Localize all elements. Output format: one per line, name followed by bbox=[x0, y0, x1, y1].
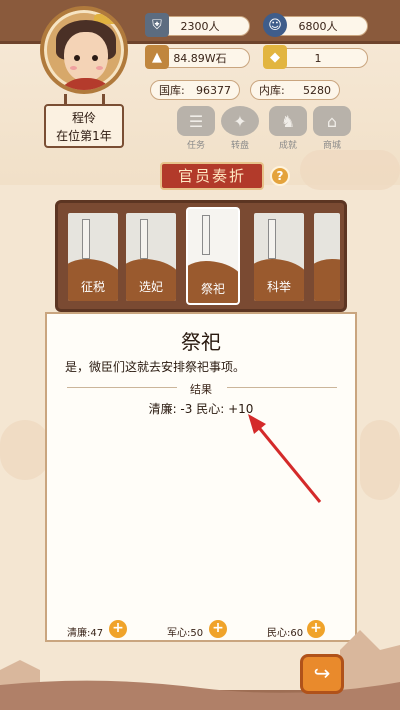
task-label: 任务 bbox=[186, 141, 205, 151]
task-button[interactable]: ☰ 任务 bbox=[172, 106, 220, 156]
content-message: 是，微臣们这就去安排祭祀事项。 bbox=[65, 360, 246, 374]
cloud-decoration bbox=[300, 150, 400, 190]
inner-treasury-stat: 内库: 5280 bbox=[250, 80, 340, 100]
annotation-arrow-icon bbox=[248, 414, 322, 503]
category-consort[interactable]: 选妃 bbox=[126, 213, 176, 301]
task-icon: ☰ bbox=[177, 106, 215, 136]
treasury-label: 国库: bbox=[159, 84, 185, 97]
help-button[interactable]: ? bbox=[270, 166, 290, 186]
category-consort-label: 选妃 bbox=[138, 280, 163, 294]
avatar[interactable] bbox=[40, 6, 128, 94]
category-sacrifice-label: 祭祀 bbox=[200, 282, 225, 296]
achievement-button[interactable]: ♞ 成就 bbox=[264, 106, 312, 156]
inner-treasury-value: 5280 bbox=[303, 83, 331, 97]
avatar-cheek bbox=[70, 66, 77, 70]
avatar-face bbox=[64, 32, 108, 82]
official-icon: ☺ bbox=[263, 13, 287, 37]
player-name-plaque: 程伶 在位第1年 bbox=[44, 94, 124, 148]
item-count-value: 1 bbox=[314, 51, 322, 65]
cloud-decoration bbox=[360, 420, 400, 500]
wheel-button[interactable]: ✦ 转盘 bbox=[216, 106, 264, 156]
treasury-value: 96377 bbox=[196, 83, 231, 97]
shop-label: 商城 bbox=[322, 141, 341, 151]
gold-ingot-icon: ◆ bbox=[263, 45, 287, 69]
wheel-label: 转盘 bbox=[230, 141, 249, 151]
divider bbox=[227, 387, 337, 388]
scroll-icon bbox=[140, 219, 148, 259]
grain-stat: ▲ 84.89W石 bbox=[145, 45, 250, 69]
plaque-hook bbox=[64, 94, 67, 106]
category-tax[interactable]: 征税 bbox=[68, 213, 118, 301]
content-title: 祭祀 bbox=[181, 330, 221, 354]
category-partial[interactable] bbox=[314, 213, 340, 301]
wheel-icon: ✦ bbox=[221, 106, 259, 136]
achievement-icon: ♞ bbox=[269, 106, 307, 136]
category-exam-label: 科举 bbox=[266, 280, 291, 294]
avatar-eye bbox=[74, 55, 80, 61]
wave-decoration bbox=[314, 259, 340, 301]
item-count-stat: ◆ 1 bbox=[263, 45, 368, 69]
population-stat-1: ⛨ 2300人 bbox=[145, 13, 250, 37]
scroll-icon bbox=[82, 219, 90, 259]
plaque-hook bbox=[102, 94, 105, 106]
soldier-icon: ⛨ bbox=[145, 13, 169, 37]
category-exam[interactable]: 科举 bbox=[254, 213, 304, 301]
treasury-stat: 国库: 96377 bbox=[150, 80, 240, 100]
avatar-cheek bbox=[96, 66, 103, 70]
cloud-decoration bbox=[0, 420, 50, 480]
reign-year: 在位第1年 bbox=[56, 129, 112, 143]
shop-button[interactable]: ⌂ 商城 bbox=[308, 106, 356, 156]
population-value-1: 2300人 bbox=[180, 20, 220, 33]
grain-icon: ▲ bbox=[145, 45, 169, 69]
scroll-icon bbox=[268, 219, 276, 259]
population-stat-2: ☺ 6800人 bbox=[263, 13, 368, 37]
grain-value: 84.89W石 bbox=[173, 52, 227, 65]
category-tax-label: 征税 bbox=[80, 280, 105, 294]
player-name: 程伶 bbox=[71, 111, 96, 125]
shop-icon: ⌂ bbox=[313, 106, 351, 136]
scroll-icon bbox=[202, 215, 210, 255]
population-value-2: 6800人 bbox=[298, 20, 338, 33]
return-arrow-icon: ↪ bbox=[313, 661, 331, 685]
section-title: 官员奏折 bbox=[160, 162, 264, 190]
avatar-eye bbox=[92, 55, 98, 61]
category-sacrifice[interactable]: 祭祀 bbox=[188, 209, 238, 303]
return-button[interactable]: ↪ bbox=[300, 654, 344, 694]
category-panel: 征税 选妃 祭祀 科举 bbox=[55, 200, 347, 312]
result-label: 结果 bbox=[190, 383, 212, 396]
achievement-label: 成就 bbox=[278, 141, 297, 151]
inner-treasury-label: 内库: bbox=[259, 84, 285, 97]
